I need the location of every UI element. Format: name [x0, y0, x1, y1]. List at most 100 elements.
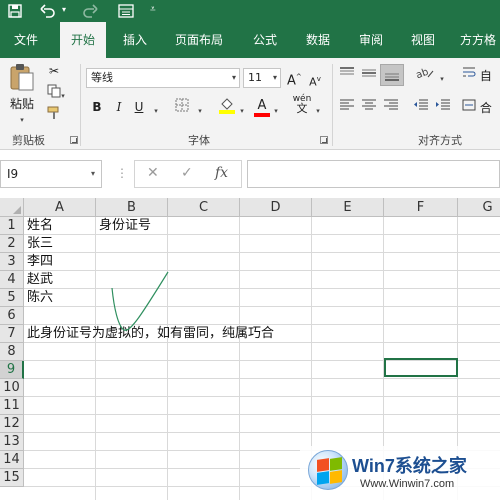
row-header[interactable]: 9 — [0, 361, 24, 379]
tab-page-layout[interactable]: 页面布局 — [164, 22, 234, 58]
row-header[interactable]: 13 — [0, 433, 24, 451]
orientation-dropdown-icon[interactable]: ▾ — [438, 70, 446, 88]
phonetic-guide-button[interactable]: wén 文 — [292, 94, 312, 115]
active-cell-i9[interactable] — [384, 358, 458, 377]
paste-dropdown-icon[interactable]: ▾ — [6, 111, 38, 129]
row-header[interactable]: 6 — [0, 307, 24, 325]
align-left-icon[interactable] — [338, 98, 356, 117]
tab-review[interactable]: 审阅 — [348, 22, 394, 58]
cell-a4[interactable]: 赵武 — [24, 271, 53, 289]
enter-icon[interactable]: ✓ — [181, 165, 193, 181]
italic-button[interactable]: I — [112, 98, 126, 116]
formula-input[interactable] — [247, 160, 500, 188]
cell-a5[interactable]: 陈六 — [24, 289, 53, 307]
tab-formulas[interactable]: 公式 — [242, 22, 288, 58]
increase-indent-icon[interactable] — [434, 98, 452, 117]
row-header[interactable]: 2 — [0, 235, 24, 253]
wrap-text-label: 自 — [479, 69, 492, 83]
tab-insert[interactable]: 插入 — [112, 22, 158, 58]
font-color-swatch — [254, 113, 270, 117]
font-color-label: A — [257, 98, 267, 113]
cell-a3[interactable]: 李四 — [24, 253, 53, 271]
font-size-select[interactable]: 11 ▾ — [243, 68, 281, 88]
borders-dropdown-icon[interactable]: ▾ — [196, 102, 204, 120]
phonetic-dropdown-icon[interactable]: ▾ — [314, 102, 322, 120]
save-icon[interactable] — [8, 0, 22, 22]
row-header[interactable]: 5 — [0, 289, 24, 307]
row-header[interactable]: 4 — [0, 271, 24, 289]
redo-icon[interactable] — [82, 0, 98, 22]
column-header[interactable]: D — [240, 198, 312, 217]
cell-b1[interactable]: 身份证号 — [96, 217, 151, 235]
column-header[interactable]: G — [458, 198, 500, 217]
copy-icon[interactable]: ▾ — [44, 84, 68, 105]
column-header[interactable]: C — [168, 198, 240, 217]
align-middle-icon[interactable] — [360, 66, 378, 85]
cancel-icon[interactable]: ✕ — [147, 165, 159, 181]
name-box-value: I9 — [7, 167, 19, 181]
font-color-button[interactable]: A — [254, 96, 270, 118]
font-launcher-icon[interactable] — [320, 136, 328, 144]
row-header[interactable]: 3 — [0, 253, 24, 271]
bold-button[interactable]: B — [90, 98, 104, 116]
grow-font-button[interactable]: A^ — [287, 68, 302, 90]
fill-color-icon — [219, 98, 235, 114]
row-header[interactable]: 11 — [0, 397, 24, 415]
name-box[interactable]: I9 ▾ — [0, 160, 102, 188]
windows-logo-icon — [308, 450, 348, 490]
row-header[interactable]: 8 — [0, 343, 24, 361]
fill-color-dropdown-icon[interactable]: ▾ — [238, 102, 246, 120]
orientation-icon[interactable]: ab — [414, 66, 436, 85]
column-header[interactable]: F — [384, 198, 458, 217]
grid-hline — [24, 414, 500, 415]
quick-access-toolbar: ▾ ⩡ — [0, 0, 500, 22]
grid-hline — [24, 288, 500, 289]
row-header[interactable]: 1 — [0, 217, 24, 235]
row-header[interactable]: 12 — [0, 415, 24, 433]
font-size-value: 11 — [248, 71, 262, 84]
row-header[interactable]: 14 — [0, 451, 24, 469]
borders-button[interactable] — [172, 98, 192, 117]
align-center-icon[interactable] — [360, 98, 378, 117]
name-box-dropdown-icon: ▾ — [90, 169, 95, 178]
column-header[interactable]: E — [312, 198, 384, 217]
tab-home[interactable]: 开始 — [60, 22, 106, 60]
row-header[interactable]: 10 — [0, 379, 24, 397]
tab-file[interactable]: 文件 — [0, 22, 52, 58]
cut-icon[interactable]: ✂ — [46, 62, 62, 80]
insert-function-icon[interactable]: fx — [215, 165, 228, 181]
underline-button[interactable]: U — [132, 98, 146, 116]
tab-view[interactable]: 视图 — [400, 22, 446, 58]
align-top-icon[interactable] — [338, 66, 356, 85]
cell-a2[interactable]: 张三 — [24, 235, 53, 253]
formula-bar-handle-icon: ⋮ — [116, 166, 128, 180]
column-header[interactable]: B — [96, 198, 168, 217]
decrease-indent-icon[interactable] — [412, 98, 430, 117]
underline-dropdown-icon[interactable]: ▾ — [152, 102, 160, 120]
grid-vline — [239, 217, 240, 500]
clipboard-launcher-icon[interactable] — [70, 136, 78, 144]
column-header[interactable]: A — [24, 198, 96, 217]
row-header[interactable]: 7 — [0, 325, 24, 343]
shrink-font-button[interactable]: Av — [308, 70, 322, 92]
tab-more[interactable]: 方方格 — [452, 22, 500, 58]
wrap-text-button[interactable]: 自 — [462, 66, 500, 85]
fill-color-button[interactable] — [218, 96, 236, 119]
align-bottom-icon[interactable] — [380, 64, 404, 86]
row-header[interactable]: 15 — [0, 469, 24, 487]
customize-qat-icon[interactable]: ⩡ — [150, 0, 156, 22]
paste-button[interactable]: 粘贴 ▾ — [6, 62, 38, 124]
align-right-icon[interactable] — [382, 98, 400, 117]
font-name-select[interactable]: 等线 ▾ — [86, 68, 240, 88]
format-painter-icon[interactable] — [46, 106, 62, 125]
select-all-button[interactable] — [0, 198, 24, 217]
font-color-dropdown-icon[interactable]: ▾ — [272, 102, 280, 120]
undo-icon[interactable] — [40, 0, 56, 22]
undo-dropdown-icon[interactable]: ▾ — [62, 0, 66, 22]
form-icon[interactable] — [118, 0, 134, 22]
merge-center-button[interactable]: 合 — [462, 98, 500, 117]
formula-bar: I9 ▾ ⋮ ✕ ✓ fx — [0, 150, 500, 198]
cell-a1[interactable]: 姓名 — [24, 217, 53, 235]
font-name-value: 等线 — [91, 71, 113, 84]
tab-data[interactable]: 数据 — [295, 22, 341, 58]
